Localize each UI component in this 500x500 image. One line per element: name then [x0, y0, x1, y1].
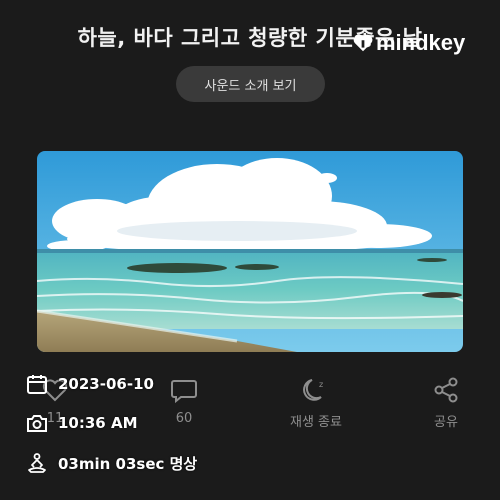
date-info: 2023-06-10	[26, 372, 326, 396]
screen: 하늘, 바다 그리고 청량한 기분좋은 날 mindkey 사운드 소개 보기	[0, 0, 500, 500]
mindkey-logo-icon	[353, 34, 373, 52]
date-text: 2023-06-10	[58, 375, 154, 393]
watermark-text: mindkey	[376, 30, 466, 55]
hero-image	[37, 151, 463, 352]
camera-icon	[27, 415, 47, 432]
calendar-icon	[27, 375, 47, 394]
sound-intro-button[interactable]: 사운드 소개 보기	[176, 66, 325, 102]
share-icon	[434, 377, 458, 403]
meditation-icon	[28, 453, 46, 473]
meditation-info: 03min 03sec 명상	[26, 451, 326, 475]
share-button[interactable]: 공유	[401, 375, 491, 435]
time-info: 10:36 AM	[26, 411, 326, 435]
meditation-text: 03min 03sec 명상	[58, 454, 198, 473]
share-label: 공유	[434, 415, 458, 430]
time-text: 10:36 AM	[58, 414, 138, 432]
watermark: mindkey	[352, 30, 465, 56]
